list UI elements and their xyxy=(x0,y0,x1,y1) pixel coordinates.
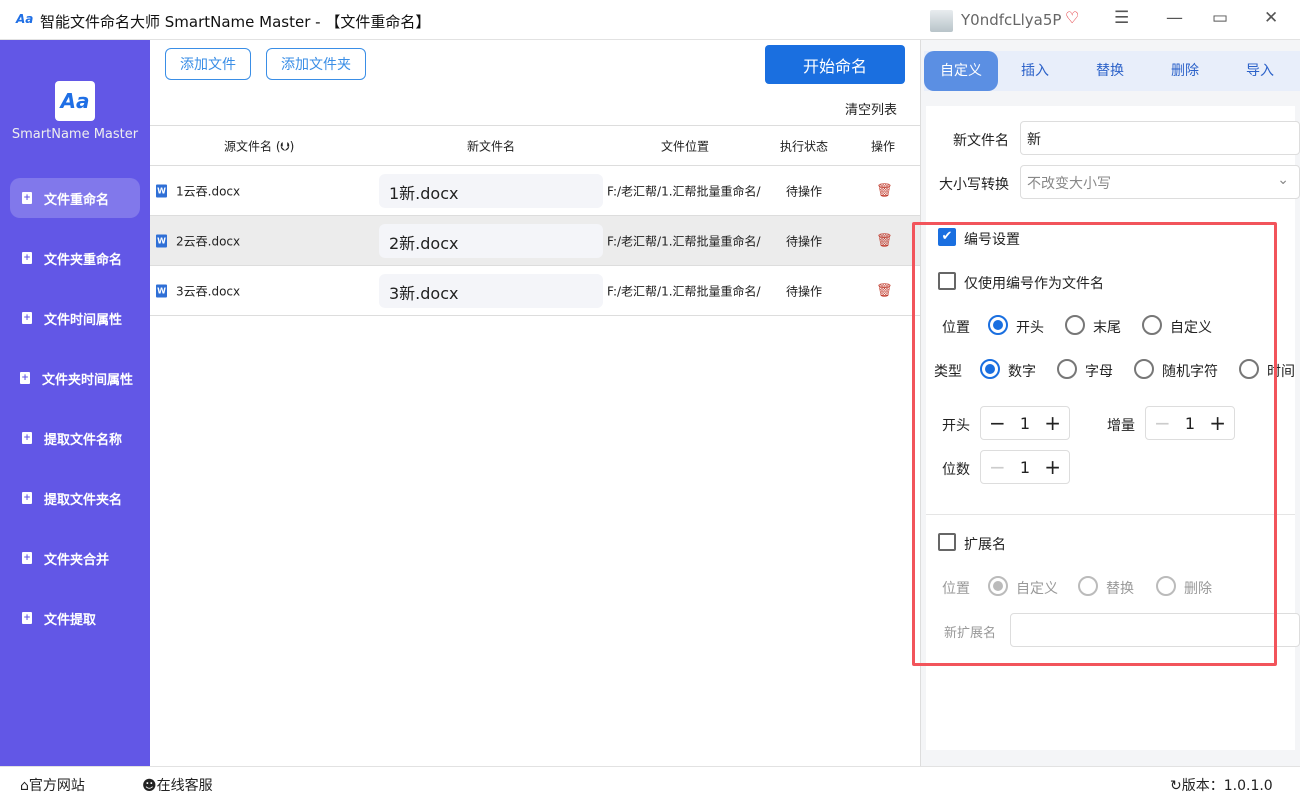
nav-label: 文件时间属性 xyxy=(44,312,123,328)
panel-tabs: 自定义 插入 替换 删除 导入 xyxy=(924,51,1300,91)
chevron-down-icon: ⌄ xyxy=(1277,172,1289,188)
file-icon: + xyxy=(22,432,32,444)
headset-icon: ☻ xyxy=(142,778,157,794)
tab-insert[interactable]: 插入 xyxy=(998,51,1072,91)
source-name: 1云吞.docx xyxy=(176,184,241,198)
new-name-field[interactable]: 1新.docx xyxy=(379,174,603,208)
app-logo-icon: Aa xyxy=(55,81,95,121)
table-row[interactable]: W 3云吞.docx 3新.docx F:/老汇帮/1.汇帮批量重命名/ 待操作… xyxy=(150,266,920,316)
add-folder-button[interactable]: 添加文件夹 xyxy=(266,48,366,80)
table-row[interactable]: W 1云吞.docx 1新.docx F:/老汇帮/1.汇帮批量重命名/ 待操作… xyxy=(150,166,920,216)
tab-delete[interactable]: 删除 xyxy=(1148,51,1222,91)
file-icon: + xyxy=(22,612,32,624)
file-icon: + xyxy=(22,552,32,564)
case-label: 大小写转换 xyxy=(939,177,1009,193)
sidebar-item-extract-filename[interactable]: + 提取文件名称 xyxy=(10,418,140,458)
word-file-icon: W xyxy=(156,284,167,297)
nav-label: 文件夹合并 xyxy=(44,552,110,568)
add-file-button[interactable]: 添加文件 xyxy=(165,48,251,80)
new-name-field[interactable]: 2新.docx xyxy=(379,224,603,258)
website-link[interactable]: ⌂官方网站 xyxy=(20,775,85,795)
file-icon: + xyxy=(22,312,32,324)
status: 待操作 xyxy=(786,184,823,198)
source-name: 2云吞.docx xyxy=(176,234,241,248)
table-row[interactable]: W 2云吞.docx 2新.docx F:/老汇帮/1.汇帮批量重命名/ 待操作… xyxy=(150,216,920,266)
username[interactable]: Y0ndfcLlya5P xyxy=(961,11,1061,29)
version-info[interactable]: ↻版本：1.0.1.0 xyxy=(1170,775,1273,795)
tab-replace[interactable]: 替换 xyxy=(1073,51,1147,91)
sidebar-item-extract-foldername[interactable]: + 提取文件夹名 xyxy=(10,478,140,518)
file-icon: + xyxy=(22,192,32,204)
maximize-button[interactable]: ▭ xyxy=(1212,8,1228,28)
clear-list-link[interactable]: 清空列表 xyxy=(845,99,897,118)
delete-icon[interactable]: 🗑 xyxy=(876,233,893,248)
file-icon: + xyxy=(22,492,32,504)
window-title: 智能文件命名大师 SmartName Master - 【文件重命名】 xyxy=(40,13,431,31)
bottom-bar: ⌂官方网站 ☻在线客服 ↻版本：1.0.1.0 xyxy=(0,766,1300,800)
new-name-label: 新文件名 xyxy=(953,133,1009,149)
user-avatar[interactable] xyxy=(930,10,953,32)
home-icon: ⌂ xyxy=(20,778,29,794)
app-logo-icon: Aa xyxy=(16,12,34,26)
support-link[interactable]: ☻在线客服 xyxy=(142,775,213,795)
sidebar-item-file-rename[interactable]: + 文件重命名 xyxy=(10,178,140,218)
sidebar-item-folder-rename[interactable]: + 文件夹重命名 xyxy=(10,238,140,278)
new-name-field[interactable]: 3新.docx xyxy=(379,274,603,308)
status: 待操作 xyxy=(786,284,823,298)
vip-badge-icon: ♡ xyxy=(1065,8,1080,27)
version-label: 版本：1.0.1.0 xyxy=(1181,778,1273,794)
tab-custom[interactable]: 自定义 xyxy=(924,51,998,91)
word-file-icon: W xyxy=(156,184,167,197)
nav-label: 文件夹重命名 xyxy=(44,252,123,268)
delete-icon[interactable]: 🗑 xyxy=(876,283,893,298)
app-name: SmartName Master xyxy=(11,127,139,142)
table-header: 源文件名 (⮋) 新文件名 文件位置 执行状态 操作 xyxy=(150,125,920,166)
sidebar-item-folder-time[interactable]: + 文件夹时间属性 xyxy=(10,358,140,398)
nav-label: 文件提取 xyxy=(44,612,97,628)
sidebar-item-folder-merge[interactable]: + 文件夹合并 xyxy=(10,538,140,578)
start-rename-button[interactable]: 开始命名 xyxy=(765,45,905,84)
location: F:/老汇帮/1.汇帮批量重命名/ xyxy=(607,184,761,198)
source-name: 3云吞.docx xyxy=(176,284,241,298)
col-source[interactable]: 源文件名 (⮋) xyxy=(224,137,294,154)
nav-label: 文件重命名 xyxy=(44,192,110,208)
col-location: 文件位置 xyxy=(661,139,710,153)
case-value: 不改变大小写 xyxy=(1027,176,1111,192)
col-action: 操作 xyxy=(871,139,896,153)
delete-icon[interactable]: 🗑 xyxy=(876,183,893,198)
tab-import[interactable]: 导入 xyxy=(1223,51,1297,91)
location: F:/老汇帮/1.汇帮批量重命名/ xyxy=(607,284,761,298)
sidebar-item-file-extract[interactable]: + 文件提取 xyxy=(10,598,140,638)
highlight-box xyxy=(912,222,1277,666)
case-select[interactable]: 不改变大小写 ⌄ xyxy=(1020,165,1300,199)
file-icon: + xyxy=(20,372,30,384)
nav-label: 提取文件夹名 xyxy=(44,492,123,508)
sidebar: Aa SmartName Master + 文件重命名 + 文件夹重命名 + 文件时间… xyxy=(0,40,150,766)
nav-label: 文件夹时间属性 xyxy=(42,372,134,388)
col-status: 执行状态 xyxy=(780,139,829,153)
refresh-icon: ↻ xyxy=(1170,778,1182,794)
title-bar: Aa 智能文件命名大师 SmartName Master - 【文件重命名】 Y… xyxy=(0,0,1300,40)
file-icon: + xyxy=(22,252,32,264)
website-label: 官方网站 xyxy=(28,778,85,794)
menu-icon[interactable]: ☰ xyxy=(1114,8,1129,28)
close-button[interactable]: ✕ xyxy=(1264,8,1278,28)
sidebar-item-file-time[interactable]: + 文件时间属性 xyxy=(10,298,140,338)
support-label: 在线客服 xyxy=(156,778,213,794)
col-new-name: 新文件名 xyxy=(467,139,516,153)
word-file-icon: W xyxy=(156,234,167,247)
nav-label: 提取文件名称 xyxy=(44,432,123,448)
status: 待操作 xyxy=(786,234,823,248)
new-name-input[interactable]: 新 xyxy=(1020,121,1300,155)
minimize-button[interactable]: — xyxy=(1166,8,1183,28)
location: F:/老汇帮/1.汇帮批量重命名/ xyxy=(607,234,761,248)
